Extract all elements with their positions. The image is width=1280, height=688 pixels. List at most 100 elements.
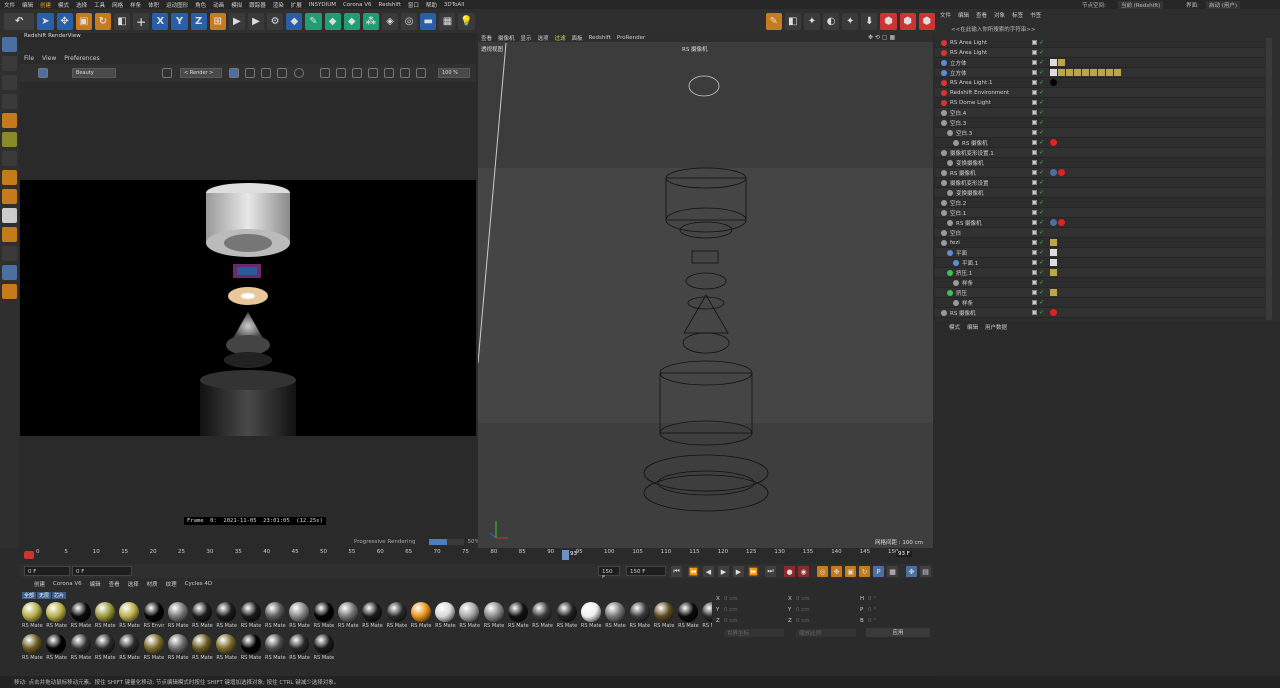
visibility-toggle[interactable] [1032, 190, 1037, 195]
snowflake-icon[interactable] [261, 68, 271, 78]
axis-x-button[interactable]: X [152, 12, 169, 30]
object-tag-icon[interactable] [1050, 289, 1057, 296]
menu-item[interactable]: 窗口 [408, 1, 419, 9]
object-row[interactable]: 样条 ✓ [935, 298, 1265, 308]
om-scrollbar[interactable] [1266, 38, 1272, 320]
light-icon[interactable]: 💡 [458, 12, 475, 30]
select-tool-icon[interactable]: ➤ [37, 12, 54, 30]
menu-item[interactable]: 网格 [112, 1, 123, 9]
fit-2-icon[interactable] [336, 68, 346, 78]
mat-menu-item[interactable]: 材质 [147, 580, 158, 588]
axis-y-button[interactable]: Y [171, 12, 188, 30]
attr-tab[interactable]: 编辑 [967, 323, 978, 331]
mat-tab[interactable]: 芯片 [52, 592, 67, 599]
object-row[interactable]: 立方体 ✓ [935, 68, 1265, 78]
object-tag-icon[interactable] [1098, 69, 1105, 76]
visibility-toggle[interactable] [1032, 120, 1037, 125]
export-icon[interactable]: ⬇ [861, 12, 878, 30]
material-swatch[interactable] [265, 634, 285, 654]
visibility-toggle[interactable] [1032, 110, 1037, 115]
material-swatch[interactable] [192, 602, 213, 622]
menu-item[interactable]: 选择 [76, 1, 87, 9]
visibility-toggle[interactable] [1032, 70, 1037, 75]
visibility-toggle[interactable] [1032, 60, 1037, 65]
fit-icon[interactable] [320, 68, 330, 78]
object-tag-icon[interactable] [1058, 69, 1065, 76]
mat-menu-item[interactable]: 纹理 [166, 580, 177, 588]
object-row[interactable]: 挤压.1 ✓ [935, 268, 1265, 278]
menu-item[interactable]: INSYDIUM [309, 2, 336, 8]
enabled-check-icon[interactable]: ✓ [1039, 39, 1044, 46]
material-swatch[interactable] [119, 634, 140, 654]
zoom-select[interactable]: 100 % [438, 68, 470, 78]
object-tag-icon[interactable] [1050, 249, 1057, 256]
object-row[interactable]: RS 摄像机 ✓ [935, 168, 1265, 178]
autokey-icon[interactable]: ◉ [798, 566, 809, 577]
cube-icon[interactable]: ◆ [286, 12, 303, 30]
object-row[interactable]: RS Area Light ✓ [935, 48, 1265, 58]
grid-view-icon[interactable] [245, 68, 255, 78]
enabled-check-icon[interactable]: ✓ [1039, 119, 1044, 126]
object-row[interactable]: 挤压 ✓ [935, 288, 1265, 298]
material-swatch[interactable] [556, 602, 577, 622]
enabled-check-icon[interactable]: ✓ [1039, 129, 1044, 136]
timeline-start-marker[interactable] [24, 551, 34, 559]
material-swatch[interactable] [167, 634, 188, 654]
prev-frame-icon[interactable]: ◀ [703, 566, 714, 577]
material-swatch[interactable] [410, 602, 431, 622]
visibility-toggle[interactable] [1032, 230, 1037, 235]
visibility-toggle[interactable] [1032, 310, 1037, 315]
size-y-value[interactable]: 0 cm [796, 607, 810, 613]
menu-item[interactable]: 运动图形 [166, 1, 188, 9]
enabled-check-icon[interactable]: ✓ [1039, 179, 1044, 186]
enabled-check-icon[interactable]: ✓ [1039, 69, 1044, 76]
brush-icon[interactable] [2, 284, 17, 299]
visibility-toggle[interactable] [1032, 90, 1037, 95]
snap-icon[interactable]: ✎ [765, 12, 782, 30]
menu-item[interactable]: 模拟 [231, 1, 242, 9]
end-frame-field[interactable]: 150 F [598, 566, 620, 581]
object-row[interactable]: 样条 ✓ [935, 278, 1265, 288]
s-tool-icon[interactable] [2, 189, 17, 204]
max-frame-field[interactable]: 150 F [626, 566, 666, 576]
object-row[interactable]: fezi ✓ [935, 238, 1265, 248]
object-tag-icon[interactable] [1090, 69, 1097, 76]
object-tag-icon[interactable] [1050, 79, 1057, 86]
enabled-check-icon[interactable]: ✓ [1039, 189, 1044, 196]
points-mode-icon[interactable] [2, 75, 17, 90]
object-tag-icon[interactable] [1050, 59, 1057, 66]
material-swatch[interactable] [94, 634, 115, 654]
object-tag-icon[interactable] [1050, 259, 1057, 266]
material-swatch[interactable] [313, 634, 334, 654]
object-row[interactable]: 摄像机变形设置 ✓ [935, 178, 1265, 188]
object-tag-icon[interactable] [1050, 69, 1057, 76]
material-swatch[interactable] [265, 602, 285, 622]
material-swatch[interactable] [313, 602, 334, 622]
enabled-check-icon[interactable]: ✓ [1039, 109, 1044, 116]
visibility-toggle[interactable] [1032, 240, 1037, 245]
material-swatch[interactable] [459, 602, 480, 622]
material-swatch[interactable] [22, 634, 42, 654]
menu-item[interactable]: 跟踪器 [249, 1, 266, 9]
object-tag-icon[interactable] [1050, 219, 1057, 226]
subdivision-icon[interactable]: ◆ [324, 12, 341, 30]
object-row[interactable]: 立方体 ✓ [935, 58, 1265, 68]
recent-tools-icon[interactable]: ◧ [113, 12, 131, 30]
material-swatch[interactable] [653, 602, 674, 622]
menu-item[interactable]: 文件 [4, 1, 15, 9]
menu-item[interactable]: 样条 [130, 1, 141, 9]
om-menu-item[interactable]: 书签 [1030, 11, 1041, 20]
mat-tab[interactable]: 全部 [22, 592, 37, 599]
quantize-icon[interactable]: ◐ [822, 12, 840, 30]
model-mode-icon[interactable] [2, 37, 17, 52]
material-swatch[interactable] [143, 602, 164, 622]
material-swatch[interactable] [70, 602, 91, 622]
grid-2-icon[interactable] [2, 265, 17, 280]
enabled-check-icon[interactable]: ✓ [1039, 59, 1044, 66]
visibility-toggle[interactable] [1032, 130, 1037, 135]
size-x-value[interactable]: 0 cm [796, 596, 810, 602]
snapshot-3-icon[interactable] [384, 68, 394, 78]
edges-mode-icon[interactable] [2, 94, 17, 109]
visibility-toggle[interactable] [1032, 290, 1037, 295]
object-row[interactable]: 平面 ✓ [935, 248, 1265, 258]
